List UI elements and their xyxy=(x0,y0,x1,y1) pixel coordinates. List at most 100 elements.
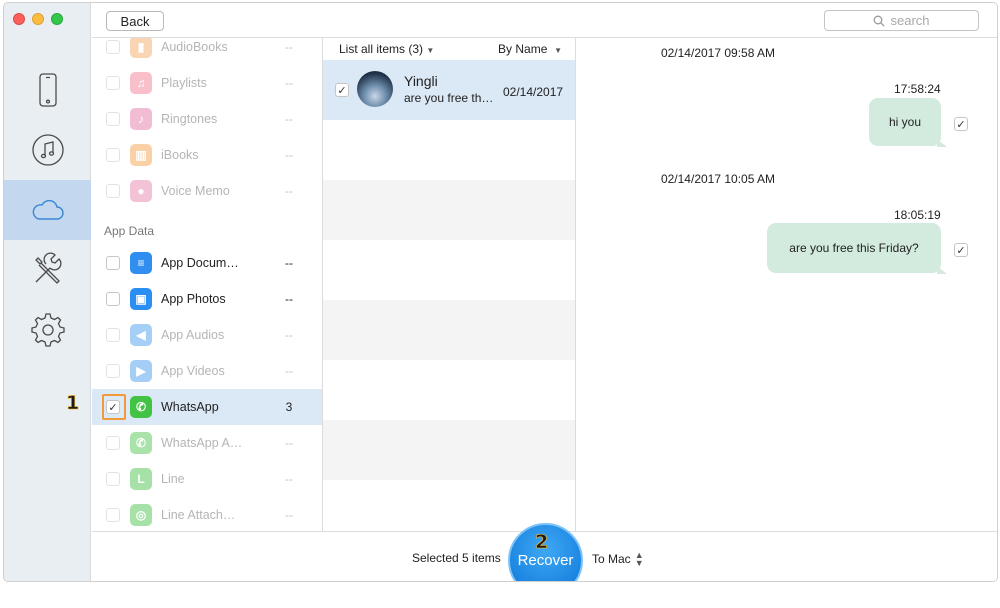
step-highlight-box xyxy=(102,394,126,420)
zoom-window-button[interactable] xyxy=(51,13,63,25)
category-checkbox[interactable] xyxy=(106,40,120,54)
category-label: Ringtones xyxy=(161,112,218,126)
message-bubble: hi you xyxy=(869,98,947,147)
destination-dropdown[interactable]: To Mac ▲ ▼ xyxy=(592,550,644,568)
category-row[interactable]: ● Voice Memo -- xyxy=(92,173,322,209)
category-count: -- xyxy=(285,472,293,486)
category-icon: ▣ xyxy=(130,288,152,310)
category-count: -- xyxy=(285,184,293,198)
empty-row xyxy=(323,420,575,480)
nav-settings[interactable] xyxy=(4,300,91,360)
category-checkbox[interactable] xyxy=(106,436,120,450)
back-button[interactable]: Back xyxy=(106,11,164,31)
contact-name: Yingli xyxy=(404,73,438,89)
selection-count: Selected 5 items xyxy=(412,551,501,565)
step-marker-1: 1 xyxy=(66,392,80,415)
minimize-window-button[interactable] xyxy=(32,13,44,25)
category-count: 3 xyxy=(285,400,293,414)
category-row[interactable]: ♫ Playlists -- xyxy=(92,65,322,101)
nav-tools[interactable] xyxy=(4,240,91,300)
date-separator: 02/14/2017 09:58 AM xyxy=(660,46,776,60)
nav-itunes[interactable] xyxy=(4,120,91,180)
category-row[interactable]: ≡ App Docum… -- xyxy=(92,245,322,281)
contact-preview: are you free th… xyxy=(404,91,494,105)
category-icon: ▶ xyxy=(130,360,152,382)
contact-list: List all items (3) ▼ By Name ▼ ✓ Yingli … xyxy=(323,38,576,531)
category-row[interactable]: L Line -- xyxy=(92,461,322,497)
category-checkbox[interactable] xyxy=(106,292,120,306)
category-label: WhatsApp xyxy=(161,400,219,414)
sort-dropdown[interactable]: By Name ▼ xyxy=(498,42,562,56)
category-icon: ◎ xyxy=(130,504,152,526)
step-marker-2: 2 xyxy=(535,531,549,554)
category-row[interactable]: ▮ AudioBooks -- xyxy=(92,38,322,65)
category-checkbox[interactable] xyxy=(106,76,120,90)
category-count: -- xyxy=(285,364,293,378)
category-row[interactable]: ✆ WhatsApp A… -- xyxy=(92,425,322,461)
category-checkbox[interactable] xyxy=(106,256,120,270)
window-controls xyxy=(13,13,63,25)
close-window-button[interactable] xyxy=(13,13,25,25)
category-checkbox[interactable] xyxy=(106,184,120,198)
search-input[interactable]: search xyxy=(824,10,979,31)
category-list: ▮ AudioBooks -- ♫ Playlists -- ♪ Ringtones -- ▥ iB… xyxy=(92,38,323,531)
category-checkbox[interactable] xyxy=(106,328,120,342)
category-icon: ♪ xyxy=(130,108,152,130)
category-checkbox[interactable] xyxy=(106,472,120,486)
category-checkbox[interactable] xyxy=(106,508,120,522)
search-icon xyxy=(874,15,885,26)
category-row[interactable]: ▣ App Photos -- xyxy=(92,281,322,317)
cloud-icon xyxy=(32,199,64,220)
chat-pane: 02/14/2017 09:58 AM 17:58:24 hi you ✓ 02… xyxy=(577,38,997,531)
category-label: App Videos xyxy=(161,364,225,378)
message-bubble: are you free this Friday? xyxy=(767,223,947,274)
category-count: -- xyxy=(285,256,293,270)
message-time: 18:05:19 xyxy=(894,208,941,222)
contact-checkbox[interactable]: ✓ xyxy=(335,83,349,97)
empty-row xyxy=(323,360,575,420)
category-label: WhatsApp A… xyxy=(161,436,243,450)
empty-row xyxy=(323,300,575,360)
category-count: -- xyxy=(285,436,293,450)
list-filter-dropdown[interactable]: List all items (3) ▼ xyxy=(339,42,434,56)
category-row[interactable]: ▥ iBooks -- xyxy=(92,137,322,173)
category-icon: ● xyxy=(130,180,152,202)
empty-row xyxy=(323,120,575,180)
category-icon: ✆ xyxy=(130,432,152,454)
category-icon: L xyxy=(130,468,152,490)
message-text: hi you xyxy=(888,115,922,129)
category-checkbox[interactable] xyxy=(106,148,120,162)
category-count: -- xyxy=(285,40,293,54)
category-row[interactable]: ◎ Line Attach… -- xyxy=(92,497,322,531)
iphone-icon xyxy=(38,73,57,107)
category-checkbox[interactable] xyxy=(106,364,120,378)
nav-device[interactable] xyxy=(4,60,91,120)
date-separator: 02/14/2017 10:05 AM xyxy=(660,172,776,186)
category-icon: ▮ xyxy=(130,38,152,58)
category-row[interactable]: ◀ App Audios -- xyxy=(92,317,322,353)
empty-row xyxy=(323,180,575,240)
category-label: App Photos xyxy=(161,292,226,306)
category-row[interactable]: ✓ ✆ WhatsApp 3 xyxy=(92,389,322,425)
category-count: -- xyxy=(285,508,293,522)
category-icon: ≡ xyxy=(130,252,152,274)
category-label: iBooks xyxy=(161,148,199,162)
category-count: -- xyxy=(285,76,293,90)
category-label: Voice Memo xyxy=(161,184,230,198)
nav-icloud[interactable] xyxy=(4,180,91,240)
message-checkbox[interactable]: ✓ xyxy=(954,243,968,257)
updown-chevron-icon: ▲ ▼ xyxy=(634,550,644,568)
contact-row[interactable]: ✓ Yingli are you free th… 02/14/2017 xyxy=(323,60,575,120)
category-checkbox[interactable] xyxy=(106,112,120,126)
category-row[interactable]: ♪ Ringtones -- xyxy=(92,101,322,137)
category-label: App Docum… xyxy=(161,256,239,270)
category-label: Line xyxy=(161,472,185,486)
category-label: Line Attach… xyxy=(161,508,236,522)
category-count: -- xyxy=(285,328,293,342)
avatar xyxy=(357,71,393,107)
message-checkbox[interactable]: ✓ xyxy=(954,117,968,131)
top-toolbar: Back search xyxy=(92,3,997,38)
tools-icon xyxy=(34,252,61,284)
empty-row xyxy=(323,240,575,300)
category-row[interactable]: ▶ App Videos -- xyxy=(92,353,322,389)
